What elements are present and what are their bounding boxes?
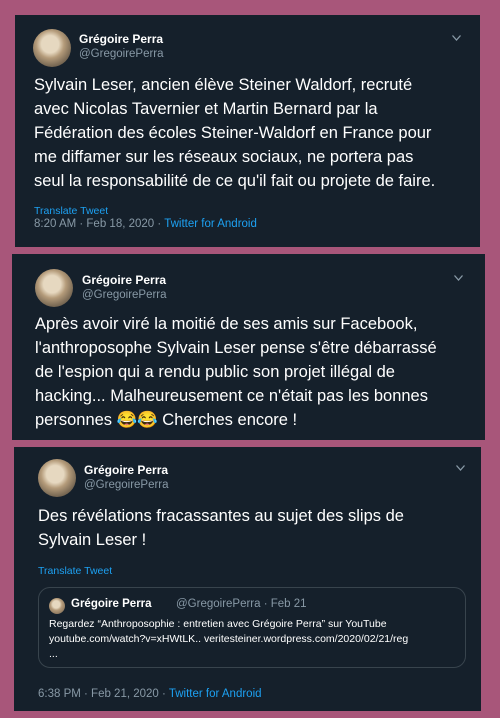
quoted-text-line: ... [49, 648, 58, 660]
tweet-timestamp[interactable]: 8:20 AM · Feb 18, 2020 · [34, 218, 164, 230]
tweet-text-line: Des révélations fracassantes au sujet de… [38, 507, 404, 525]
quoted-text-line[interactable]: youtube.com/watch?v=xHWtLK.. veritestein… [49, 632, 459, 647]
avatar[interactable] [35, 269, 73, 307]
tweet-text-line: l'anthroposophe Sylvain Leser pense s'êt… [35, 339, 437, 357]
quoted-tweet[interactable]: Grégoire Perra @GregoirePerra · Feb 21 R… [38, 587, 466, 668]
tweet-text: Après avoir viré la moitié de ses amis s… [35, 312, 437, 432]
chevron-down-icon[interactable] [456, 465, 465, 471]
author-handle[interactable]: @GregoirePerra [84, 479, 169, 491]
quoted-tweet-text: Regardez “Anthroposophie : entretien ave… [49, 617, 459, 662]
tweet-text-line: avec Nicolas Tavernier et Martin Bernard… [34, 100, 378, 118]
tweet-text: Sylvain Leser, ancien élève Steiner Wald… [34, 73, 435, 193]
translate-tweet-link[interactable]: Translate Tweet [38, 565, 112, 577]
avatar[interactable] [33, 29, 71, 67]
avatar[interactable] [38, 459, 76, 497]
tweet-text-line: me diffamer sur les réseaux sociaux, ne … [34, 148, 414, 166]
tweet-text-line: Sylvain Leser, ancien élève Steiner Wald… [34, 76, 413, 94]
quoted-text-line: Regardez “Anthroposophie : entretien ave… [49, 618, 387, 630]
author-handle[interactable]: @GregoirePerra [79, 48, 164, 60]
tweet-source-link[interactable]: Twitter for Android [164, 218, 257, 230]
tweet-text-line: de l'espion qui a rendu public son proje… [35, 363, 395, 381]
author-name[interactable]: Grégoire Perra [84, 463, 168, 477]
tweet-timestamp[interactable]: 6:38 PM · Feb 21, 2020 · [38, 688, 169, 700]
tweet-text-line: Après avoir viré la moitié de ses amis s… [35, 315, 418, 333]
tweet-text: Des révélations fracassantes au sujet de… [38, 504, 404, 552]
tweet-meta: 8:20 AM · Feb 18, 2020 · Twitter for And… [34, 218, 257, 230]
quoted-avatar [49, 598, 65, 614]
tweet-meta: 6:38 PM · Feb 21, 2020 · Twitter for And… [38, 688, 262, 700]
tweet-card: Grégoire Perra @GregoirePerra Sylvain Le… [15, 15, 480, 247]
tweet-card: Grégoire Perra @GregoirePerra Après avoi… [12, 254, 485, 440]
chevron-down-icon[interactable] [452, 35, 461, 41]
tweet-card: Grégoire Perra @GregoirePerra Des révéla… [14, 447, 481, 711]
tweet-text-line: hacking... Malheureusement ce n'était pa… [35, 387, 428, 405]
tweet-text-line: seul la responsabilité de ce qu'il fait … [34, 172, 436, 190]
tweet-text-line: personnes 😂😂 Cherches encore ! [35, 411, 298, 429]
translate-tweet-link[interactable]: Translate Tweet [34, 205, 108, 217]
author-name[interactable]: Grégoire Perra [82, 273, 166, 287]
tweet-source-link[interactable]: Twitter for Android [169, 688, 262, 700]
tweet-text-line: Fédération des écoles Steiner-Waldorf en… [34, 124, 432, 142]
quoted-author-handle: @GregoirePerra · Feb 21 [176, 598, 307, 610]
tweet-text-line: Sylvain Leser ! [38, 531, 147, 549]
author-handle[interactable]: @GregoirePerra [82, 289, 167, 301]
chevron-down-icon[interactable] [454, 275, 463, 281]
author-name[interactable]: Grégoire Perra [79, 32, 163, 46]
quoted-author-name: Grégoire Perra [71, 598, 152, 610]
